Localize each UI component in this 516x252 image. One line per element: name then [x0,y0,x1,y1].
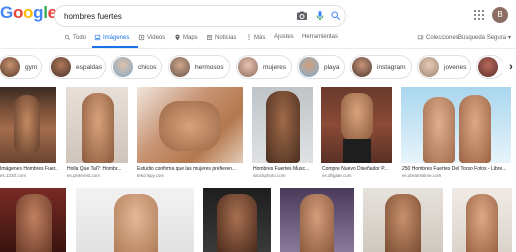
chip-label: gym [25,63,38,71]
tab-videos[interactable]: Videos [138,34,165,41]
busqueda-segura-label: Búsqueda Segura [458,34,507,41]
tab-label: Videos [147,34,166,41]
chip-thumbnail [0,57,20,77]
tab-imagenes[interactable]: Imágenes [94,34,129,41]
result-image[interactable] [137,87,243,163]
busqueda-segura-button[interactable]: Búsqueda Segura ▾ [458,34,512,42]
chip-playa[interactable]: playa [297,55,345,79]
tab-label: Más [254,34,266,41]
search-input[interactable] [64,8,284,24]
result-source: istockphoto.com [253,173,286,178]
collections-icon [417,35,424,40]
apps-grid-icon[interactable] [474,10,484,20]
chip-label: mujeres [263,63,287,71]
result-source: es.dhgate.com [322,173,352,178]
logo-letter: o [12,3,24,22]
colecciones-link[interactable]: Colecciones [417,34,459,41]
logo-letter: G [0,3,13,22]
result-image[interactable] [0,188,66,252]
tab-label: Noticias [215,34,237,41]
tab-label: Maps [183,34,198,41]
tab-label: Herramientas [302,34,339,40]
microphone-icon[interactable] [314,10,326,22]
news-icon [207,35,212,40]
chip-chicos[interactable]: chicos [111,55,162,79]
result-image[interactable] [66,87,128,163]
result-image[interactable] [363,188,443,252]
chip-mujeres[interactable]: mujeres [236,55,292,79]
chip-thumbnail [478,57,498,77]
result-image[interactable] [252,87,313,163]
chip-thumbnail [352,57,372,77]
logo-letter: o [23,3,34,22]
chip-label: espaldas [76,63,103,71]
result-caption[interactable]: Estudio confirma que las mujeres prefier… [137,166,245,172]
chip-hermosos[interactable]: hermosos [168,55,230,79]
camera-icon[interactable] [296,10,308,22]
chip-label: playa [324,63,340,71]
chip-label: instagram [377,63,406,71]
tabs-divider [0,48,516,49]
result-image[interactable] [0,87,56,163]
result-caption[interactable]: Imágenes Hombres Fuer... [0,166,58,172]
result-source: es.pinterest.com [67,173,101,178]
google-logo[interactable]: Google [0,3,57,23]
result-caption[interactable]: Hombres Fuertes Musc... [253,166,315,172]
chevron-right-icon[interactable]: › [502,55,516,79]
tab-ajustes[interactable]: Ajustes [274,34,294,40]
chip-thumbnail [51,57,71,77]
result-image[interactable] [452,188,512,252]
chevron-down-icon: ▾ [508,35,512,41]
tab-maps[interactable]: Maps [174,34,198,41]
result-source: es.dreamstime.com [402,173,442,178]
chip-more[interactable] [476,55,504,79]
result-image[interactable] [280,188,354,252]
colecciones-label: Colecciones [426,34,459,41]
chip-thumbnail [170,57,190,77]
avatar[interactable]: B [492,7,508,23]
result-caption[interactable]: 250 Hombres Fuertes Del Torso Fotos - Li… [402,166,514,172]
chip-thumbnail [113,57,133,77]
search-icon [64,34,70,40]
tab-herramientas[interactable]: Herramientas [302,34,338,40]
search-tabs: Todo Imágenes Videos Maps Noticias ⋮ Más… [0,30,516,48]
logo-letter: g [33,3,44,22]
chip-label: hermosos [195,63,224,71]
tab-label: Ajustes [274,34,294,40]
result-image[interactable] [76,188,194,252]
tab-todo[interactable]: Todo [64,34,86,41]
result-image[interactable] [401,87,511,163]
chip-label: jovenes [444,63,467,71]
chip-espaldas[interactable]: espaldas [49,55,106,79]
result-source: tekcrispy.com [137,173,165,178]
result-image[interactable] [203,188,271,252]
image-icon [94,34,101,41]
tab-mas[interactable]: ⋮ Más [246,34,266,42]
chip-thumbnail [299,57,319,77]
result-caption[interactable]: Holla Que Tal?: Hombr... [67,166,129,172]
chip-label: chicos [138,63,157,71]
result-caption[interactable]: Compre Nuevo Diseñador P... [322,166,394,172]
related-chips: gym espaldas chicos hermosos mujeres pla… [0,55,516,81]
search-box[interactable] [54,5,346,27]
result-source: es.123rf.com [0,173,27,178]
chip-jovenes[interactable]: jovenes [417,55,471,79]
more-vert-icon: ⋮ [246,35,252,41]
tab-label: Imágenes [103,34,130,41]
video-icon [138,34,145,41]
tab-noticias[interactable]: Noticias [206,34,236,41]
chip-gym[interactable]: gym [0,55,42,79]
map-pin-icon [175,34,180,41]
search-icon[interactable] [330,10,342,22]
chip-instagram[interactable]: instagram [350,55,412,79]
chip-thumbnail [238,57,258,77]
tab-label: Todo [73,34,87,41]
chip-thumbnail [419,57,439,77]
result-image[interactable] [321,87,392,163]
